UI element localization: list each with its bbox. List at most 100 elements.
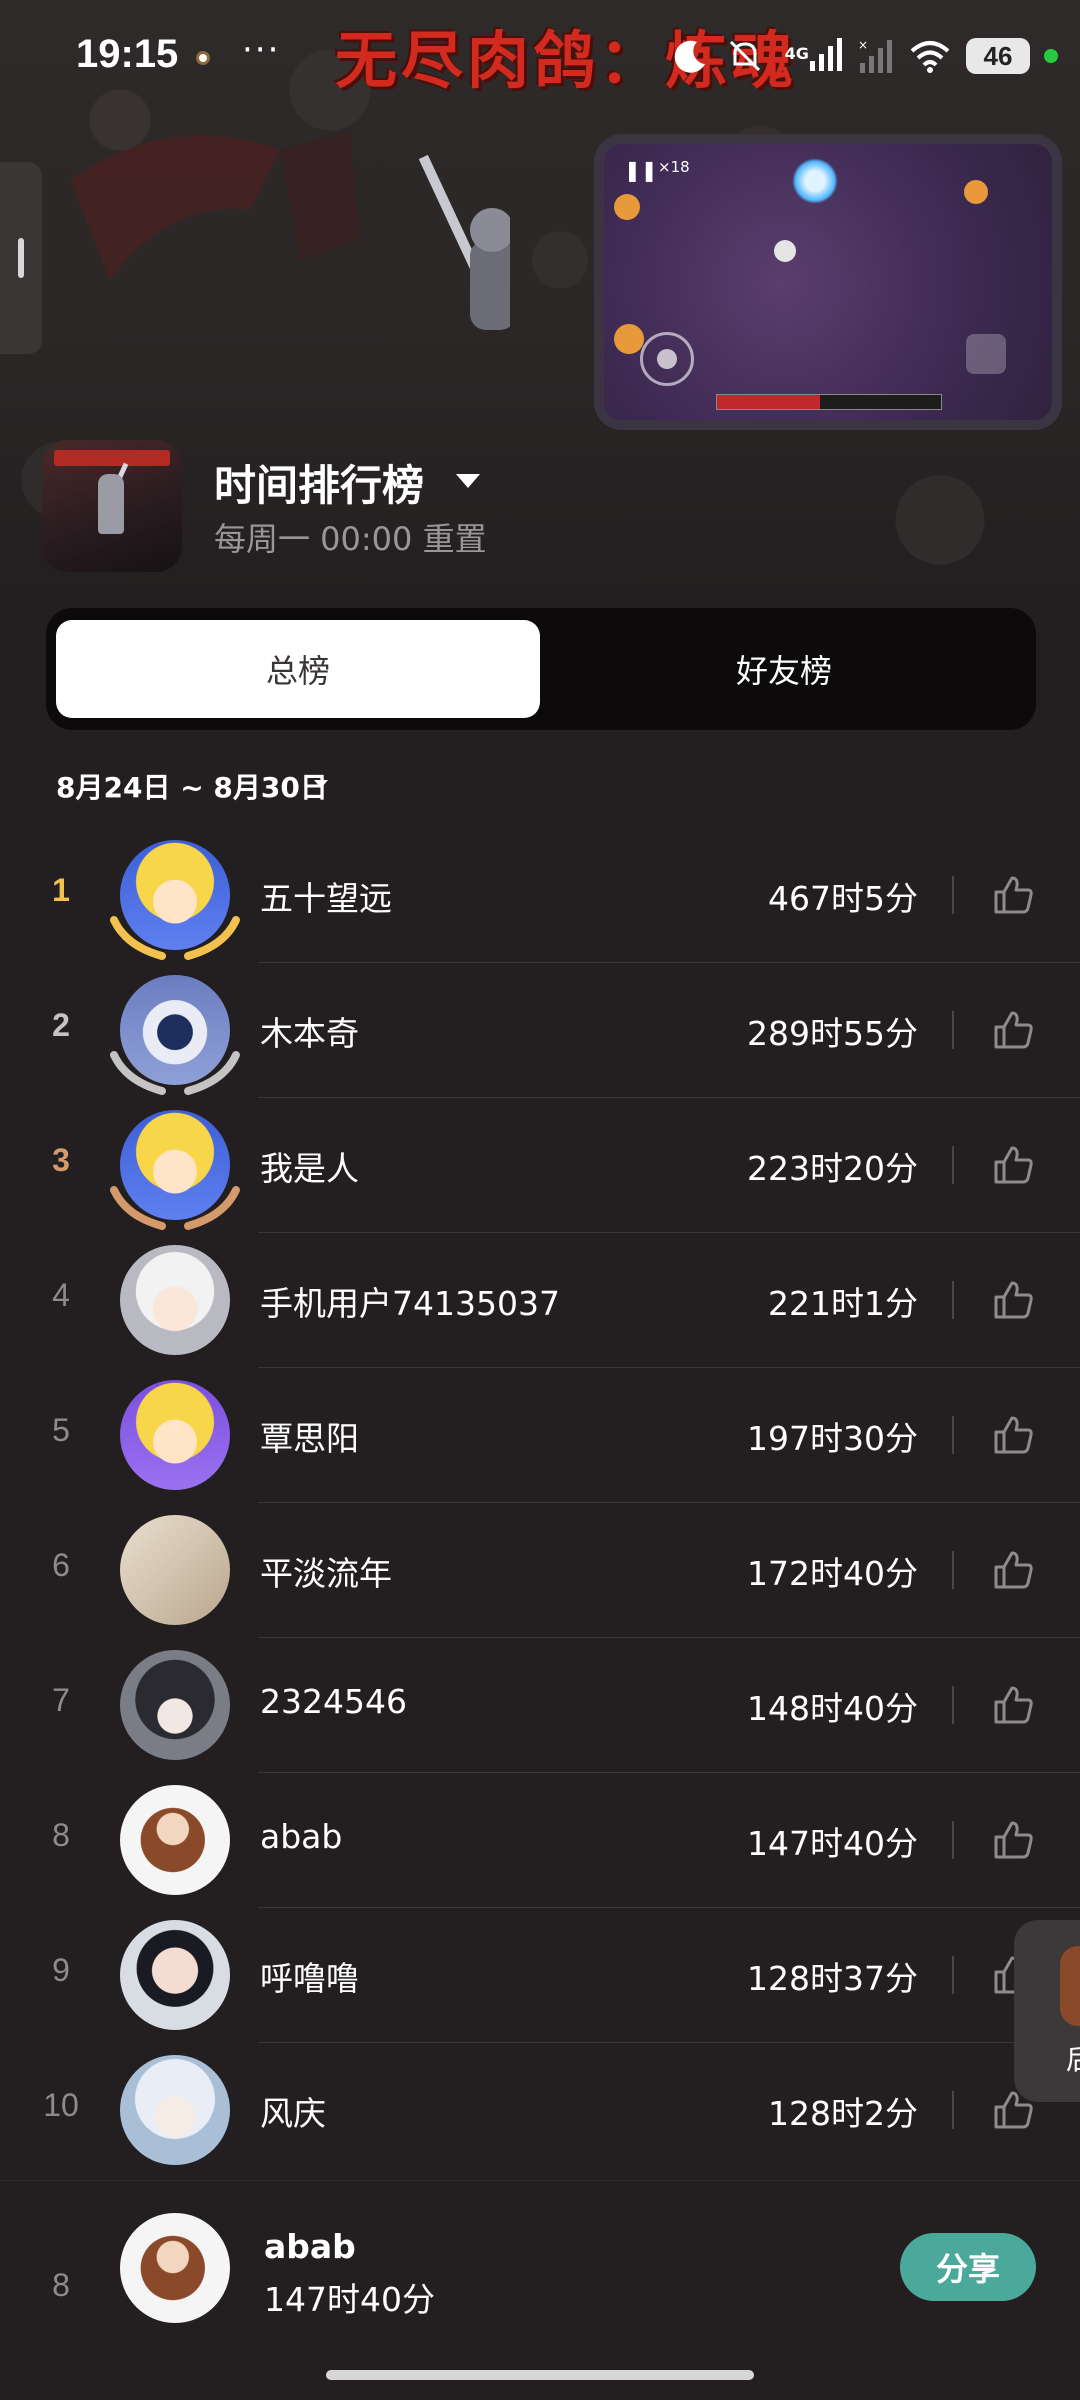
game-preview-window[interactable]: ❚❚ ×18	[594, 134, 1062, 430]
rank-number: 9	[52, 1952, 70, 1988]
svg-text:×: ×	[858, 39, 868, 52]
player-name: 平淡流年	[260, 1554, 392, 1593]
my-name: abab	[264, 2227, 356, 2266]
reset-schedule-text: 每周一 00:00 重置	[214, 520, 487, 558]
player-name: 覃思阳	[260, 1419, 359, 1458]
health-fill	[717, 395, 821, 409]
avatar[interactable]	[120, 2055, 230, 2165]
divider	[952, 1146, 954, 1184]
leaderboard-row[interactable]: 10 风庆 128时2分	[0, 2043, 1080, 2178]
thumbs-up-icon[interactable]	[990, 1682, 1036, 1728]
handle-grip	[18, 238, 24, 278]
date-dropdown-caret-icon[interactable]	[314, 780, 328, 788]
divider	[952, 1956, 954, 1994]
signal-strength-icon	[810, 38, 842, 71]
page-title[interactable]: 时间排行榜	[214, 452, 424, 513]
play-time: 128时2分	[768, 2094, 918, 2133]
player-name: 风庆	[260, 2094, 326, 2133]
leaderboard-row[interactable]: 9 呼噜噜 128时37分	[0, 1908, 1080, 2043]
rank-number: 8	[52, 1817, 70, 1853]
my-rank-bar: 8 abab 147时40分 分享	[0, 2180, 1080, 2400]
divider	[952, 1551, 954, 1589]
avatar[interactable]	[120, 1650, 230, 1760]
leaderboard-row[interactable]: 4 手机用户74135037 221时1分	[0, 1233, 1080, 1368]
thumbs-up-icon[interactable]	[990, 1547, 1036, 1593]
player-name: 我是人	[260, 1149, 359, 1188]
player-name: 2324546	[260, 1682, 407, 1721]
network-type-label: 4G	[784, 44, 809, 63]
rank-number: 5	[52, 1412, 70, 1448]
side-drawer-handle[interactable]	[0, 162, 42, 354]
enemy-sprite	[964, 180, 988, 204]
avatar[interactable]	[120, 1785, 230, 1895]
battery-indicator: 46	[966, 38, 1030, 74]
avatar[interactable]	[120, 1920, 230, 2030]
thumbs-up-icon[interactable]	[990, 872, 1036, 918]
play-time: 221时1分	[768, 1284, 918, 1323]
leaderboard-list: 1 五十望远 467时5分 2 木本奇 289时55分 3 我是人 223时20…	[0, 828, 1080, 2178]
magic-orb-sprite	[792, 158, 838, 204]
thumbs-up-icon[interactable]	[990, 1277, 1036, 1323]
tab-friends[interactable]: 好友榜	[542, 620, 1026, 718]
thumbs-up-icon[interactable]	[990, 1817, 1036, 1863]
player-sprite	[774, 240, 796, 262]
divider	[952, 876, 954, 914]
thumbnail-knight	[98, 474, 124, 534]
do-not-disturb-moon-icon	[674, 40, 705, 73]
share-button[interactable]: 分享	[900, 2233, 1036, 2301]
signal-1-indicator: 4G	[779, 37, 844, 75]
leaderboard-row[interactable]: 8 abab 147时40分	[0, 1773, 1080, 1908]
leaderboard-row[interactable]: 1 五十望远 467时5分	[0, 828, 1080, 963]
thumbnail-title-banner	[54, 450, 170, 466]
more-notifications-icon: ···	[242, 30, 281, 70]
dragon-knight-illustration	[70, 130, 510, 330]
notification-app-icon	[196, 51, 210, 65]
play-time: 467时5分	[768, 879, 918, 918]
rank-number: 4	[52, 1277, 70, 1313]
leaderboard-row[interactable]: 6 平淡流年 172时40分	[0, 1503, 1080, 1638]
divider	[952, 1011, 954, 1049]
my-rank-number: 8	[52, 2267, 70, 2303]
player-name: abab	[260, 1817, 343, 1856]
status-bar: 19:15 ··· 4G × 46	[0, 0, 1080, 116]
divider	[952, 1821, 954, 1859]
rank-number: 3	[52, 1142, 70, 1178]
tab-overall[interactable]: 总榜	[56, 620, 540, 718]
rank-number: 6	[52, 1547, 70, 1583]
game-preview-screen: ❚❚ ×18	[604, 144, 1052, 420]
leaderboard-row[interactable]: 5 覃思阳 197时30分	[0, 1368, 1080, 1503]
play-time: 128时37分	[747, 1959, 918, 1998]
play-time: 147时40分	[747, 1824, 918, 1863]
player-name: 手机用户74135037	[260, 1284, 560, 1323]
floating-side-panel[interactable]: 后	[1014, 1920, 1080, 2102]
signal-2-off-icon: ×	[858, 39, 892, 73]
enemy-sprite	[614, 324, 644, 354]
player-name: 五十望远	[260, 879, 392, 918]
thumbs-up-icon[interactable]	[990, 1412, 1036, 1458]
date-range-selector[interactable]: 8月24日 ~ 8月30日	[56, 766, 328, 806]
title-dropdown-caret-icon[interactable]	[456, 474, 480, 488]
game-thumbnail	[42, 440, 182, 572]
avatar[interactable]	[120, 1380, 230, 1490]
player-name: 呼噜噜	[260, 1959, 359, 1998]
avatar[interactable]	[120, 1245, 230, 1355]
mute-bell-icon	[729, 40, 760, 72]
divider	[952, 1686, 954, 1724]
divider	[952, 1281, 954, 1319]
pause-icon: ❚❚	[624, 158, 658, 182]
leaderboard-row[interactable]: 2 木本奇 289时55分	[0, 963, 1080, 1098]
leaderboard-row[interactable]: 7 2324546 148时40分	[0, 1638, 1080, 1773]
avatar[interactable]	[120, 1515, 230, 1625]
gold-laurel-icon	[110, 916, 240, 960]
rank-number: 2	[52, 1007, 70, 1043]
status-time: 19:15	[76, 32, 179, 76]
status-indicators: 4G × 46	[671, 34, 1058, 78]
thumbs-up-icon[interactable]	[990, 1142, 1036, 1188]
home-indicator[interactable]	[326, 2370, 754, 2380]
my-avatar[interactable]	[120, 2213, 230, 2323]
rank-number: 1	[52, 872, 70, 908]
leaderboard-row[interactable]: 3 我是人 223时20分	[0, 1098, 1080, 1233]
thumbs-up-icon[interactable]	[990, 1007, 1036, 1053]
divider	[952, 1416, 954, 1454]
rank-number: 7	[52, 1682, 70, 1718]
